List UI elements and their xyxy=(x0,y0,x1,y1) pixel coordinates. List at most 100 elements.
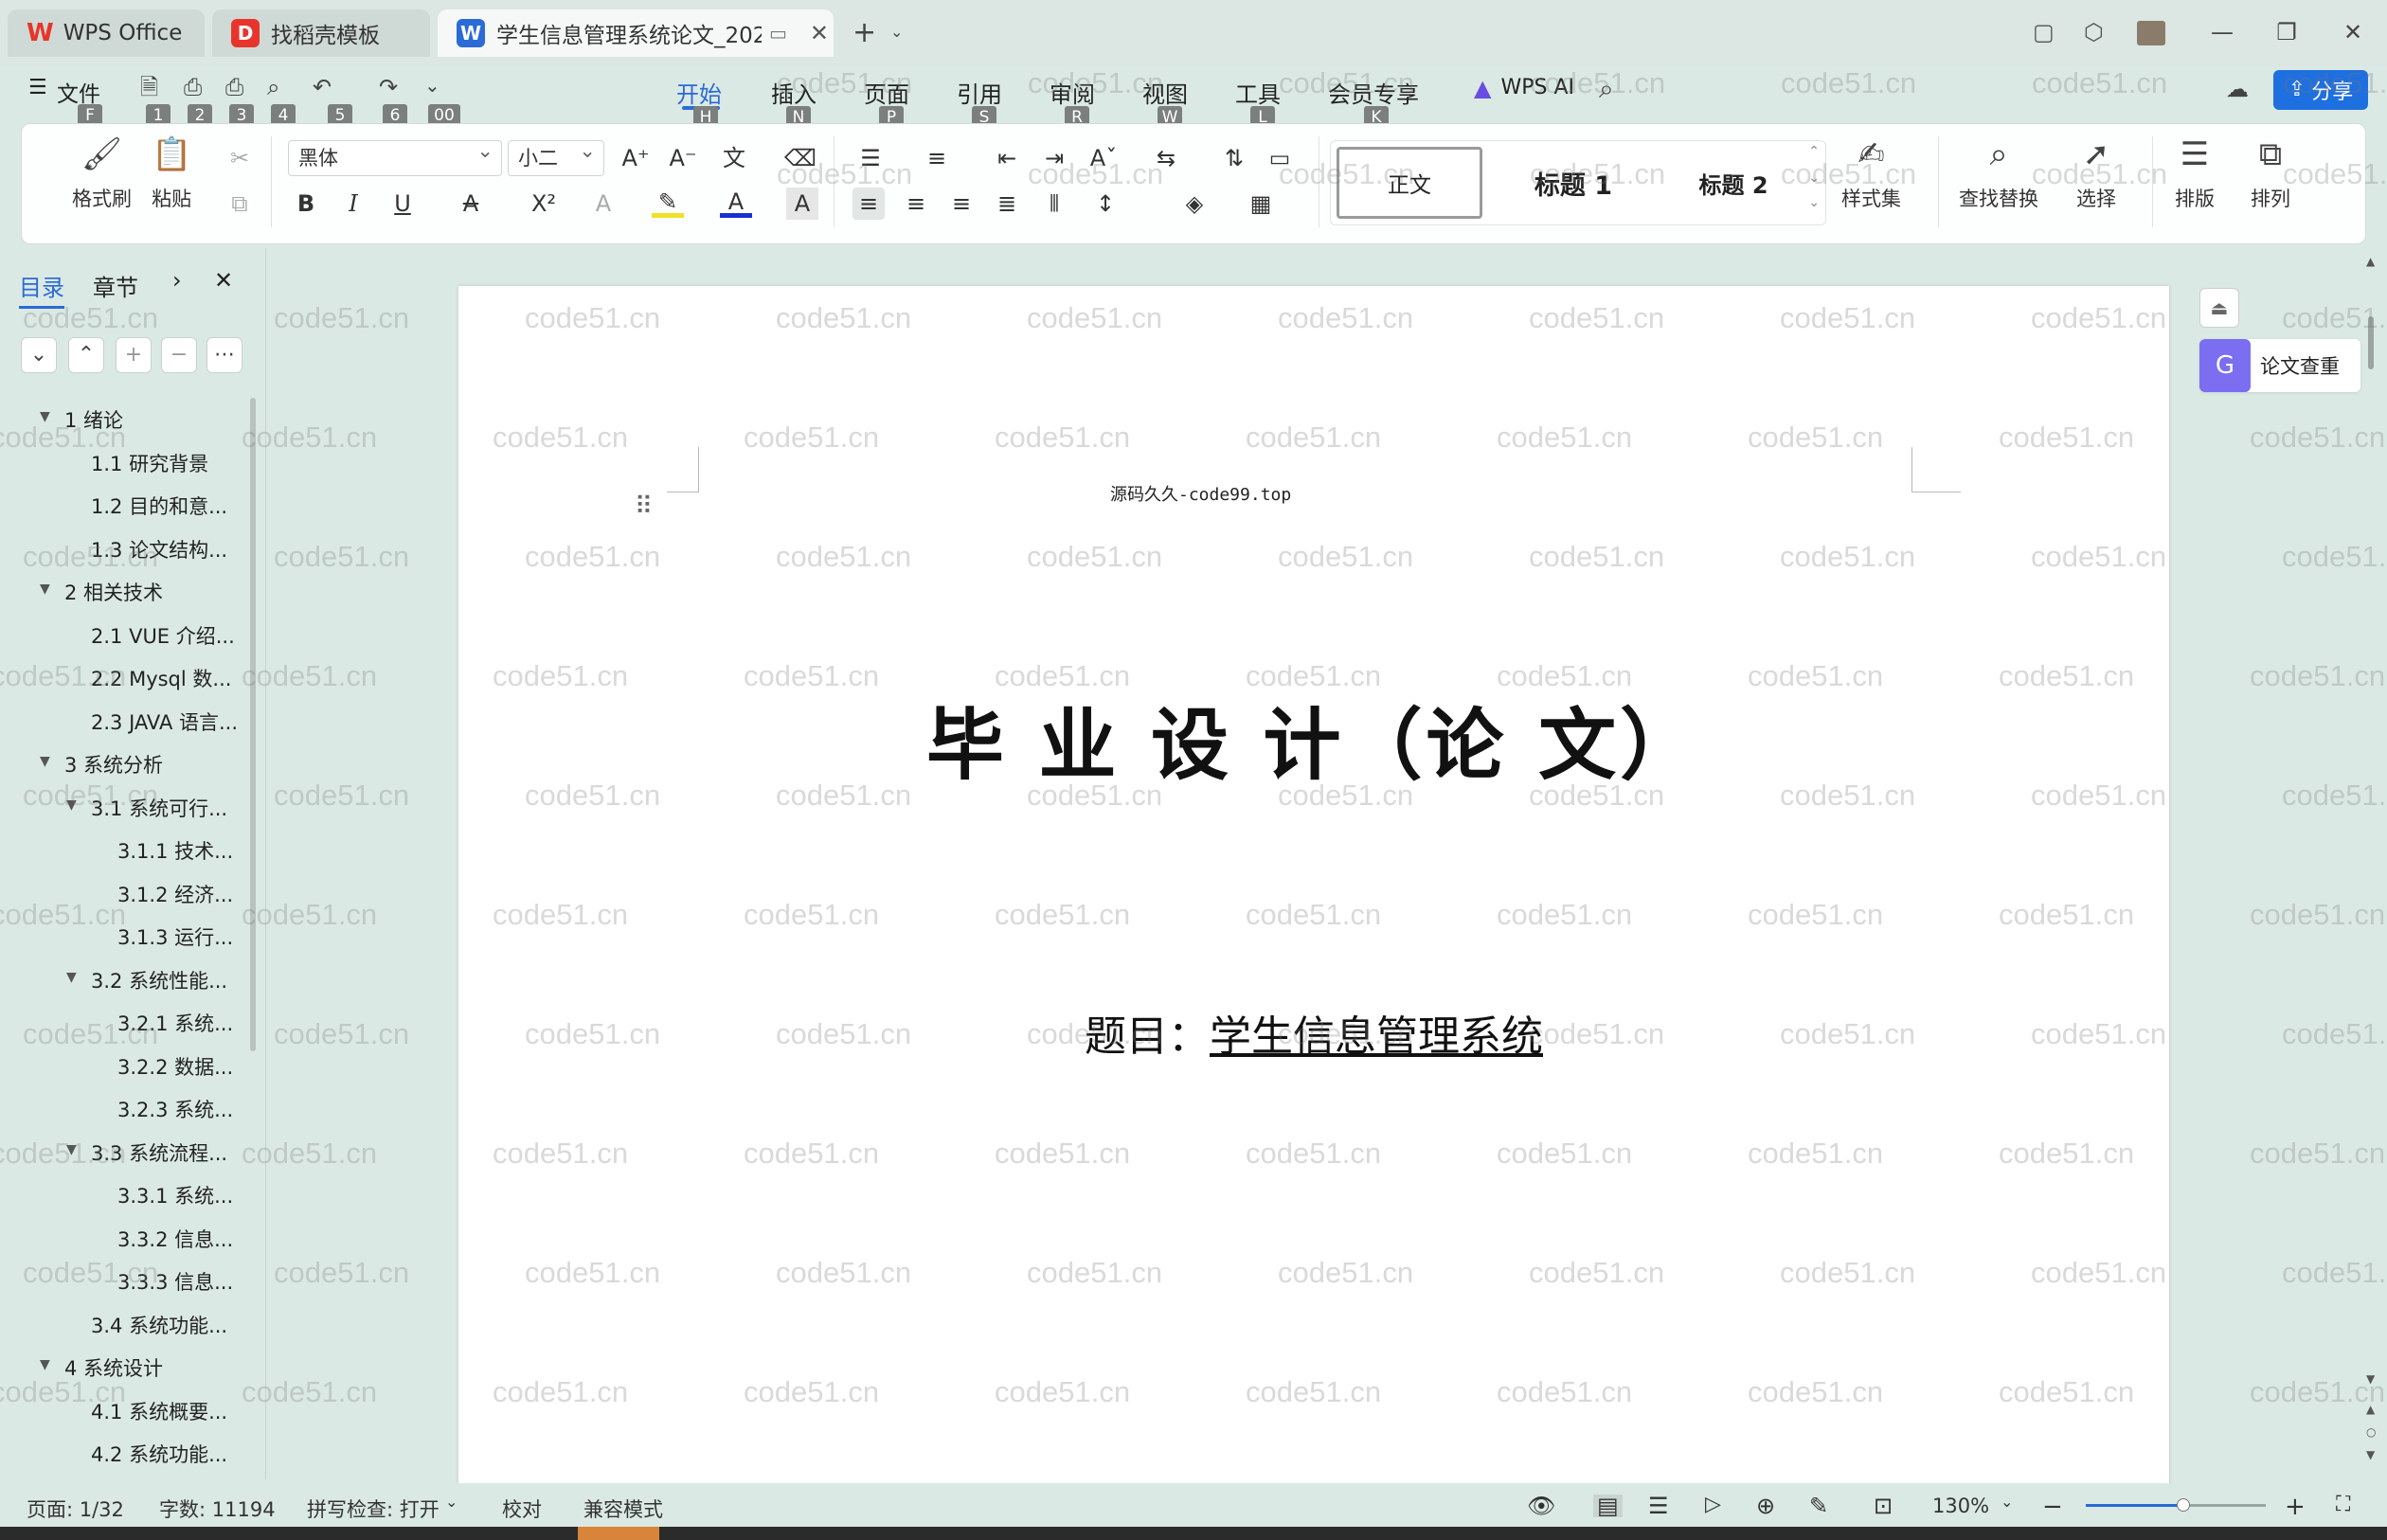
zoom-out-icon[interactable]: − xyxy=(2042,1495,2063,1519)
close-panel-icon[interactable]: ✕ xyxy=(214,269,233,292)
proofread[interactable]: 校对 xyxy=(502,1495,542,1523)
search-icon[interactable]: ⌕ xyxy=(1599,76,1614,102)
font-name-select[interactable]: 黑体 ⌄ xyxy=(288,140,502,176)
expand-all-icon[interactable]: ⌄ xyxy=(21,337,57,373)
toc-item[interactable]: 4.1 系统概要... xyxy=(0,1397,248,1429)
layout-button[interactable]: ☰ 排版 xyxy=(2175,138,2215,212)
expand-arrow-icon[interactable]: ▼ xyxy=(40,1357,50,1372)
taskbar-item[interactable] xyxy=(578,1527,659,1540)
tab-document[interactable]: W 学生信息管理系统论文_20230 ▭ ✕ xyxy=(438,9,834,57)
scroll-down-icon[interactable]: ▼ xyxy=(2366,1373,2375,1385)
menu-file[interactable]: 文件 xyxy=(57,76,100,108)
collapse-icon[interactable]: ⌃ xyxy=(68,337,104,373)
style-heading-2[interactable]: 标题 2 xyxy=(1662,147,1804,219)
page-view-icon[interactable]: ▤ xyxy=(1593,1495,1623,1517)
tab-view[interactable]: 视图 xyxy=(1142,76,1188,109)
toc-item[interactable]: 1.2 目的和意... xyxy=(0,492,248,524)
export-icon[interactable]: ⎙ xyxy=(184,76,202,98)
cube-icon[interactable]: ⬡ xyxy=(2084,21,2104,44)
phonetic-guide-icon[interactable]: 文 xyxy=(718,142,750,174)
customize-chevron-icon[interactable]: ⌄ xyxy=(424,76,440,95)
undo-icon[interactable]: ↶ xyxy=(313,76,332,98)
page-count[interactable]: 页面: 1/32 xyxy=(27,1495,124,1523)
sort-icon[interactable]: ⇅ xyxy=(1218,142,1250,174)
find-replace-button[interactable]: ⌕ 查找替换 xyxy=(1959,138,2038,212)
spell-check[interactable]: 拼写检查: 打开 xyxy=(307,1495,440,1523)
toc-item[interactable]: 3.2.1 系统... xyxy=(0,1009,248,1041)
toc-item[interactable]: ▼ 3.2 系统性能... xyxy=(0,966,248,998)
toc-item[interactable]: ▼ 3.1 系统可行... xyxy=(0,794,248,826)
monitor-icon[interactable]: ▭ xyxy=(769,24,787,43)
toc-item[interactable]: 3.3.3 信息... xyxy=(0,1267,248,1299)
save-icon[interactable]: 🗎 xyxy=(140,76,158,98)
play-icon[interactable]: ▷ xyxy=(1705,1495,1721,1515)
next-page-icon[interactable]: ▼ xyxy=(2366,1449,2375,1460)
toc-item[interactable]: 3.2.2 数据... xyxy=(0,1052,248,1084)
zoom-slider-thumb[interactable] xyxy=(2177,1498,2190,1512)
toc-item[interactable]: 3.4 系统功能... xyxy=(0,1311,248,1343)
zoom-level[interactable]: 130% xyxy=(1932,1495,1989,1517)
print-preview-icon[interactable]: ⌕ xyxy=(267,76,279,98)
text-direction-icon[interactable]: Aˇ xyxy=(1087,142,1120,174)
window-layout-icon[interactable]: ▢ xyxy=(2033,21,2055,44)
close-tab-icon[interactable]: ✕ xyxy=(810,22,829,45)
tab-home[interactable]: 开始 xyxy=(676,76,722,109)
toc-item[interactable]: 2.3 JAVA 语言... xyxy=(0,707,248,740)
eye-icon[interactable]: 👁 xyxy=(1527,1495,1555,1517)
style-heading-1[interactable]: 标题 1 xyxy=(1498,147,1649,219)
grow-font-icon[interactable]: A⁺ xyxy=(619,142,652,174)
toc-item[interactable]: 3.3.1 系统... xyxy=(0,1181,248,1213)
strikethrough-button[interactable]: A xyxy=(455,188,487,220)
browse-object-icon[interactable]: ○ xyxy=(2366,1426,2376,1438)
border-icon[interactable]: ▦ xyxy=(1245,188,1277,220)
fullscreen-icon[interactable]: ⛶ xyxy=(2336,1495,2350,1515)
toc-item[interactable]: ▼ 2 相关技术 xyxy=(0,578,248,610)
collapse-panel-icon[interactable]: ⏏ xyxy=(2199,288,2239,328)
highlight-icon[interactable]: ✎ xyxy=(652,186,684,218)
line-spacing-icon[interactable]: ↕ xyxy=(1089,188,1122,220)
toc-item[interactable]: 1.1 研究背景 xyxy=(0,449,248,481)
show-marks-icon[interactable]: ▭ xyxy=(1264,142,1296,174)
word-count[interactable]: 字数: 11194 xyxy=(159,1495,276,1523)
toc-item[interactable]: ▼ 4 系统设计 xyxy=(0,1353,248,1386)
prev-page-icon[interactable]: ▲ xyxy=(2366,1404,2375,1415)
redo-icon[interactable]: ↷ xyxy=(379,76,398,98)
toc-item[interactable]: ▼ 3 系统分析 xyxy=(0,750,248,782)
toc-item[interactable]: ▼ 3.3 系统流程... xyxy=(0,1138,248,1171)
zoom-slider[interactable] xyxy=(2086,1498,2266,1512)
drag-handle-icon[interactable]: ⠿ xyxy=(635,494,653,519)
fit-icon[interactable]: ⊡ xyxy=(1874,1495,1893,1517)
chevron-right-icon[interactable]: › xyxy=(172,269,182,292)
zoom-in-icon[interactable]: + xyxy=(2285,1495,2306,1519)
toc-item[interactable]: 2.1 VUE 介绍... xyxy=(0,621,248,654)
style-normal[interactable]: 正文 xyxy=(1337,147,1482,219)
align-right-icon[interactable]: ≡ xyxy=(945,188,978,220)
outline-view-icon[interactable]: ☰ xyxy=(1648,1495,1669,1517)
bullet-list-icon[interactable]: ☰ xyxy=(854,142,887,174)
remove-heading-icon[interactable]: − xyxy=(161,337,197,373)
toc-item[interactable]: 4.2 系统功能... xyxy=(0,1440,248,1472)
more-options-icon[interactable]: ⋯ xyxy=(206,337,242,373)
clear-format-icon[interactable]: ⌫ xyxy=(784,142,817,174)
underline-button[interactable]: U xyxy=(386,188,419,220)
wps-ai-button[interactable]: ▲ WPS AI xyxy=(1474,76,1574,99)
tab-review[interactable]: 审阅 xyxy=(1050,76,1095,109)
bold-button[interactable]: B xyxy=(290,188,322,220)
paste-button[interactable]: 📋 粘贴 xyxy=(152,138,191,212)
char-shading-icon[interactable]: A xyxy=(786,188,818,220)
tab-page[interactable]: 页面 xyxy=(864,76,909,109)
vertical-scrollbar[interactable]: ▲ ▼ ▲ ○ ▼ xyxy=(2366,256,2378,1477)
toc-item[interactable]: 3.1.1 技术... xyxy=(0,836,248,868)
pen-icon[interactable]: ✎ xyxy=(1809,1495,1828,1517)
toc-item[interactable]: 2.2 Mysql 数... xyxy=(0,664,248,696)
decrease-indent-icon[interactable]: ⇤ xyxy=(991,142,1023,174)
toc-item[interactable]: 3.1.2 经济... xyxy=(0,880,248,912)
numbered-list-icon[interactable]: ≡ xyxy=(921,142,953,174)
chevron-down-icon[interactable]: ⌄ xyxy=(445,1495,458,1510)
expand-arrow-icon[interactable]: ▼ xyxy=(40,582,50,597)
nav-scrollbar[interactable] xyxy=(250,398,256,1051)
close-window-icon[interactable]: ✕ xyxy=(2334,13,2372,51)
shading-icon[interactable]: ◈ xyxy=(1178,188,1211,220)
cut-icon[interactable]: ✂ xyxy=(224,142,256,174)
chinese-layout-icon[interactable]: ⇆ xyxy=(1150,142,1182,174)
